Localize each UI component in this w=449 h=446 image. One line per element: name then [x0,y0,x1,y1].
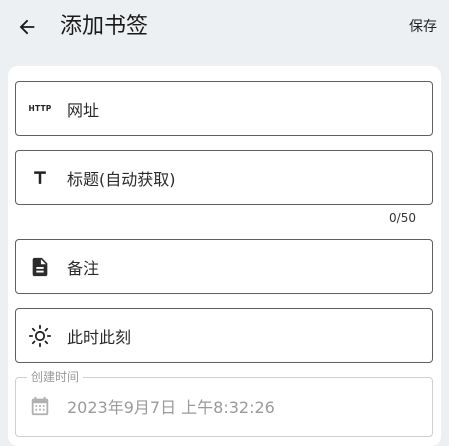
note-field[interactable]: 备注 [15,239,433,294]
created-time-field: 创建时间 2023年9月7日 上午8:32:26 [15,369,433,437]
calendar-icon [28,394,52,418]
arrow-left-icon [19,19,35,35]
title-char-counter: 0/50 [389,211,416,225]
http-icon: HTTP [28,104,52,113]
save-button[interactable]: 保存 [409,18,437,36]
back-button[interactable] [14,14,40,40]
moment-field[interactable]: 此时此刻 [15,308,433,363]
app-bar: 添加书签 保存 [0,0,449,58]
url-placeholder: 网址 [67,100,100,120]
text-icon [28,166,52,190]
sun-icon [28,324,52,348]
document-icon [28,255,52,279]
created-time-label: 创建时间 [27,369,84,385]
created-time-value: 2023年9月7日 上午8:32:26 [67,398,275,417]
page-title: 添加书签 [60,14,149,39]
title-placeholder: 标题(自动获取) [67,169,176,189]
moment-label: 此时此刻 [67,327,132,347]
title-field[interactable]: 标题(自动获取) [15,150,433,205]
note-placeholder: 备注 [67,258,100,278]
url-field[interactable]: HTTP 网址 [15,81,433,136]
